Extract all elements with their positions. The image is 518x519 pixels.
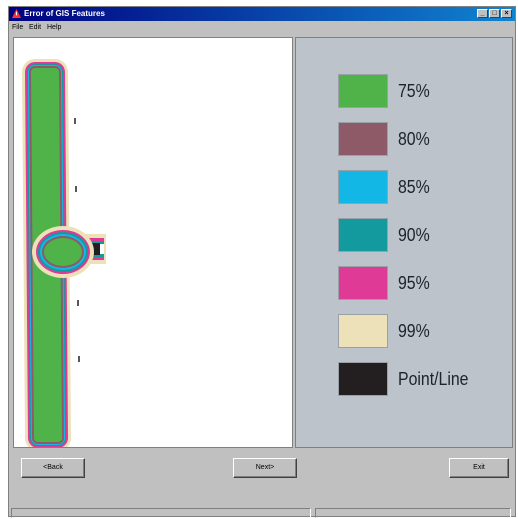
menu-file[interactable]: File: [12, 21, 23, 34]
legend-swatch: [338, 122, 388, 156]
legend-item: 85%: [338, 170, 434, 204]
point-band-75: [44, 238, 82, 266]
legend-item: 90%: [338, 218, 434, 252]
legend-label: 95%: [398, 272, 430, 293]
back-button[interactable]: <Back: [21, 458, 85, 478]
legend-panel: 75% 80% 85% 90% 95% 99% Point/Line: [295, 37, 513, 448]
legend-swatch: [338, 362, 388, 396]
window-title: Error of GIS Features: [24, 9, 105, 18]
legend-item: 99%: [338, 314, 434, 348]
warning-icon: [12, 9, 21, 18]
legend-label: 85%: [398, 176, 430, 197]
title-bar[interactable]: Error of GIS Features _ □ ×: [9, 7, 515, 21]
next-button[interactable]: Next>: [233, 458, 297, 478]
button-bar: <Back Next> Exit: [9, 450, 515, 480]
legend-item: 80%: [338, 122, 434, 156]
app-window: Error of GIS Features _ □ × File Edit He…: [8, 6, 516, 518]
legend-swatch: [338, 314, 388, 348]
exit-button[interactable]: Exit: [449, 458, 509, 478]
error-band-map: [22, 59, 106, 447]
legend-label: 75%: [398, 80, 430, 101]
legend-label: 90%: [398, 224, 430, 245]
maximize-button[interactable]: □: [489, 9, 500, 18]
legend-label: 99%: [398, 320, 430, 341]
legend-item: 75%: [338, 74, 434, 108]
minimize-button[interactable]: _: [477, 9, 488, 18]
legend-label: Point/Line: [398, 368, 469, 389]
legend-swatch: [338, 74, 388, 108]
legend-label: 80%: [398, 128, 430, 149]
menu-edit[interactable]: Edit: [29, 21, 41, 34]
menu-bar: File Edit Help: [9, 21, 515, 34]
close-button[interactable]: ×: [501, 9, 512, 18]
legend-item: Point/Line: [338, 362, 478, 396]
point-feature-error-bands: [32, 226, 94, 278]
legend-item: 95%: [338, 266, 434, 300]
status-bar: [9, 506, 515, 518]
legend-swatch: [338, 218, 388, 252]
menu-help[interactable]: Help: [47, 21, 61, 34]
legend-swatch: [338, 266, 388, 300]
map-view[interactable]: [13, 37, 293, 448]
legend-swatch: [338, 170, 388, 204]
status-panel-right: [315, 508, 511, 518]
status-panel-left: [11, 508, 311, 518]
